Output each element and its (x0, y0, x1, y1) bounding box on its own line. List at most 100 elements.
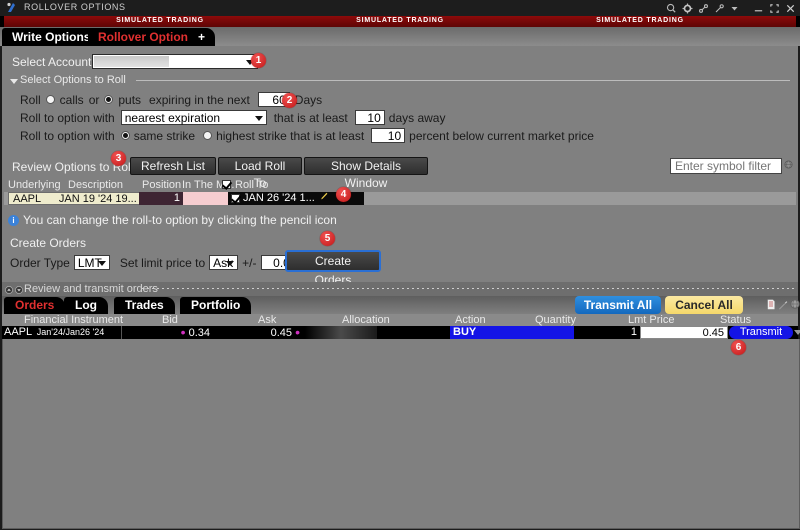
chevron-down-icon[interactable] (730, 4, 739, 13)
radio-same-strike[interactable] (120, 131, 130, 140)
select-account-label: Select Account (12, 55, 92, 69)
radio-highest-strike[interactable] (203, 131, 213, 140)
globe-icon[interactable] (784, 160, 793, 172)
app-logo-icon (6, 2, 18, 14)
window-title: ROLLOVER OPTIONS (24, 2, 126, 12)
create-orders-button[interactable]: Create Orders (285, 250, 381, 287)
select-account-dropdown[interactable] (92, 54, 258, 69)
chevron-down-icon (254, 116, 263, 121)
simulated-trading-banner: SIMULATED TRADING SIMULATED TRADING SIMU… (0, 16, 800, 27)
title-bar-icons (666, 1, 796, 15)
roll-strike-row: Roll to option with same strike highest … (20, 128, 594, 143)
select-all-roll-to-checkbox[interactable] (222, 180, 231, 189)
roll-type-row: Roll calls or puts expiring in the next … (20, 92, 322, 107)
tab-strip: Write Options Rollover Options + (0, 27, 800, 46)
ocol-action: Action (455, 314, 486, 326)
cancel-all-button[interactable]: Cancel All (665, 296, 743, 314)
tab-log[interactable]: Log (64, 297, 108, 314)
tab-add-new[interactable]: + (188, 28, 216, 46)
order-allocation[interactable] (305, 326, 377, 339)
min-days-input[interactable] (354, 110, 385, 125)
order-type-dropdown[interactable]: LMT (73, 255, 110, 270)
roll-expiration-row: Roll to option with nearest expiration t… (20, 110, 445, 125)
roll-to-option-label-1: Roll to option with (20, 110, 115, 125)
note-icon[interactable] (766, 299, 776, 313)
cell-position: 1 (139, 192, 183, 205)
order-action[interactable]: BUY (450, 326, 574, 339)
maximize-icon[interactable] (769, 3, 780, 14)
at-least-text-1: that is at least (273, 110, 348, 125)
pin-icon[interactable] (714, 3, 725, 14)
order-instrument-cell: AAPL Jan'24/Jan26 '24 195 ... (2, 326, 122, 350)
col-roll-to: Roll To (235, 179, 269, 191)
select-account-row: Select Account (12, 55, 91, 69)
marker-6: 6 (731, 340, 746, 355)
group-title: Select Options to Roll (20, 74, 126, 86)
link-icon[interactable] (698, 3, 709, 14)
order-quantity[interactable]: 1 (574, 326, 640, 339)
ocol-allocation: Allocation (342, 314, 390, 326)
tab-trades[interactable]: Trades (114, 297, 175, 314)
plus-minus-label: +/- (242, 255, 257, 270)
row-roll-to-checkbox[interactable] (231, 194, 240, 203)
sim-banner-label-1: SIMULATED TRADING (116, 17, 204, 24)
cell-in-the-money (183, 192, 228, 205)
orders-table-row[interactable]: AAPL Jan'24/Jan26 '24 195 ... • 0.34 0.4… (2, 324, 800, 350)
globe-icon[interactable] (790, 299, 800, 312)
tab-portfolio[interactable]: Portfolio (180, 297, 252, 314)
order-bid-value: 0.34 (188, 327, 210, 339)
triangle-down-icon[interactable] (10, 79, 18, 84)
gear-icon[interactable] (682, 3, 693, 14)
col-description: Description (68, 179, 124, 191)
search-zoom-icon[interactable] (666, 3, 677, 14)
col-underlying: Underlying (8, 179, 61, 191)
minimize-icon[interactable] (753, 3, 764, 14)
table-row[interactable]: AAPL JAN 19 '24 19... 1 JAN 26 '24 1... (4, 192, 796, 205)
highest-strike-label: highest strike that is at least (216, 128, 365, 143)
transmit-all-button[interactable]: Transmit All (575, 296, 661, 314)
same-strike-label: same strike (133, 128, 196, 143)
roll-to-option-label-2: Roll to option with (20, 128, 115, 143)
create-orders-row: Order Type LMT Set limit price to Ask +/… (10, 255, 301, 270)
chevron-down-icon[interactable] (794, 330, 800, 335)
expiration-dropdown[interactable]: nearest expiration (120, 110, 267, 125)
limit-base-dropdown[interactable]: Ask (209, 255, 239, 270)
tab-write-options[interactable]: Write Options (2, 28, 101, 46)
col-position: Position (142, 179, 182, 191)
roll-label: Roll (20, 92, 41, 107)
ocol-bid: Bid (162, 314, 178, 326)
percent-input[interactable] (371, 128, 406, 143)
tab-orders[interactable]: Orders (4, 297, 66, 314)
cell-underlying-description: AAPL JAN 19 '24 19... (8, 192, 142, 205)
bottom-tab-strip: Orders Log Trades Portfolio Transmit All… (2, 296, 800, 314)
show-details-window-button[interactable]: Show Details Window (304, 157, 428, 190)
hint-text: You can change the roll-to option by cli… (23, 213, 337, 227)
close-icon[interactable] (785, 3, 796, 14)
title-bar: ROLLOVER OPTIONS (0, 0, 800, 16)
group-divider (136, 80, 790, 81)
sim-banner-label-3: SIMULATED TRADING (596, 17, 684, 24)
orders-table-header: Financial Instrument Bid Ask Allocation … (2, 314, 798, 326)
or-label: or (88, 92, 100, 107)
puts-label: puts (118, 92, 142, 107)
symbol-filter-input[interactable] (670, 158, 782, 174)
refresh-list-button[interactable]: Refresh List (130, 157, 216, 175)
ocol-ask: Ask (258, 314, 277, 326)
marker-3: 3 (111, 151, 126, 166)
order-lmt-price[interactable]: 0.45 (640, 326, 728, 339)
roll-to-hint: i You can change the roll-to option by c… (8, 213, 337, 227)
set-limit-price-label: Set limit price to (119, 255, 206, 270)
order-ask: 0.45 • (212, 324, 302, 340)
radio-calls[interactable] (45, 95, 55, 104)
wrench-icon[interactable] (778, 300, 788, 313)
days-away-label: days away (388, 110, 446, 125)
ocol-lmt-price: Lmt Price (628, 314, 675, 326)
create-orders-heading: Create Orders (10, 236, 87, 250)
order-status-transmit-button[interactable]: Transmit (729, 326, 793, 339)
marker-1: 1 (251, 53, 266, 68)
ask-tick-icon: • (295, 324, 300, 340)
pencil-icon[interactable] (320, 192, 328, 205)
calls-label: calls (59, 92, 84, 107)
radio-puts[interactable] (104, 95, 114, 104)
load-roll-to-button[interactable]: Load Roll To (218, 157, 302, 190)
